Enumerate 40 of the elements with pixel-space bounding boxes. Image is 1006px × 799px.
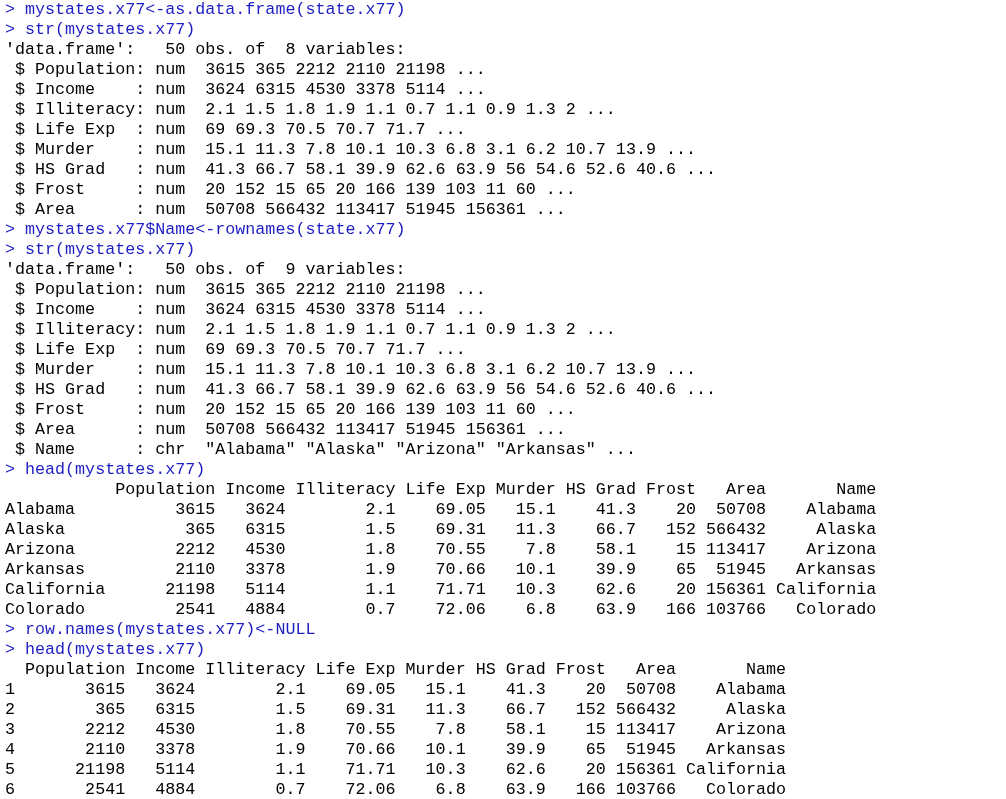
console-command: > row.names(mystates.x77)<-NULL — [5, 620, 316, 640]
console-output: $ Life Exp : num 69 69.3 70.5 70.7 71.7 ... — [14, 340, 466, 360]
console-command: > head(mystates.x77) — [5, 460, 206, 480]
console-output: $ Life Exp : num 69 69.3 70.5 70.7 71.7 ... — [14, 120, 466, 140]
console-command: > mystates.x77<-as.data.frame(state.x77) — [5, 0, 406, 20]
console-output: 6 2541 4884 0.7 72.06 6.8 63.9 166 103766 Colorado — [5, 780, 787, 799]
console-output: $ Illiteracy: num 2.1 1.5 1.8 1.9 1.1 0.7 1.1 0.9 1.3 2 ... — [14, 100, 616, 120]
console-output: $ Illiteracy: num 2.1 1.5 1.8 1.9 1.1 0.7 1.1 0.9 1.3 2 ... — [14, 320, 616, 340]
console-output: $ Population: num 3615 365 2212 2110 21198 ... — [14, 280, 486, 300]
console-output: $ HS Grad : num 41.3 66.7 58.1 39.9 62.6 63.9 56 54.6 52.6 40.6 ... — [14, 380, 716, 400]
console-output: 3 2212 4530 1.8 70.55 7.8 58.1 15 113417 Arizona — [5, 720, 787, 740]
console-command: > str(mystates.x77) — [5, 240, 196, 260]
console-output: $ Population: num 3615 365 2212 2110 21198 ... — [14, 60, 486, 80]
console-output: $ Frost : num 20 152 15 65 20 166 139 103 11 60 ... — [14, 180, 576, 200]
console-output: Population Income Illiteracy Life Exp Murder HS Grad Frost Area Name — [24, 660, 787, 680]
console-output: 'data.frame': 50 obs. of 8 variables: — [5, 40, 406, 60]
console-output: $ HS Grad : num 41.3 66.7 58.1 39.9 62.6 63.9 56 54.6 52.6 40.6 ... — [14, 160, 716, 180]
console-output: Arizona 2212 4530 1.8 70.55 7.8 58.1 15 113417 Arizona — [5, 540, 877, 560]
console-output: Alabama 3615 3624 2.1 69.05 15.1 41.3 20 50708 Alabama — [5, 500, 877, 520]
console-output: Arkansas 2110 3378 1.9 70.66 10.1 39.9 65 51945 Arkansas — [5, 560, 877, 580]
console-output: Population Income Illiteracy Life Exp Murder HS Grad Frost Area Name — [114, 480, 877, 500]
console-output: 2 365 6315 1.5 69.31 11.3 66.7 152 566432 Alaska — [5, 700, 787, 720]
console-output: 5 21198 5114 1.1 71.71 10.3 62.6 20 156361 California — [5, 760, 787, 780]
console-output: $ Frost : num 20 152 15 65 20 166 139 103 11 60 ... — [14, 400, 576, 420]
console-output: $ Area : num 50708 566432 113417 51945 156361 ... — [14, 420, 566, 440]
console-command: > str(mystates.x77) — [5, 20, 196, 40]
console-output: $ Name : chr "Alabama" "Alaska" "Arizona" "Arkansas" ... — [14, 440, 636, 460]
console-output: $ Income : num 3624 6315 4530 3378 5114 ... — [14, 300, 486, 320]
console-output: $ Income : num 3624 6315 4530 3378 5114 ... — [14, 80, 486, 100]
console-command: > head(mystates.x77) — [5, 640, 206, 660]
console-output: 4 2110 3378 1.9 70.66 10.1 39.9 65 51945 Arkansas — [5, 740, 787, 760]
console-output: Colorado 2541 4884 0.7 72.06 6.8 63.9 166 103766 Colorado — [5, 600, 877, 620]
console-command: > mystates.x77$Name<-rownames(state.x77) — [5, 220, 406, 240]
console-output: Alaska 365 6315 1.5 69.31 11.3 66.7 152 566432 Alaska — [5, 520, 877, 540]
console-output: $ Murder : num 15.1 11.3 7.8 10.1 10.3 6.8 3.1 6.2 10.7 13.9 ... — [14, 140, 696, 160]
console-output: $ Murder : num 15.1 11.3 7.8 10.1 10.3 6.8 3.1 6.2 10.7 13.9 ... — [14, 360, 696, 380]
console-output: 'data.frame': 50 obs. of 9 variables: — [5, 260, 406, 280]
console-output: $ Area : num 50708 566432 113417 51945 156361 ... — [14, 200, 566, 220]
console-output: California 21198 5114 1.1 71.71 10.3 62.6 20 156361 California — [5, 580, 877, 600]
console-output: 1 3615 3624 2.1 69.05 15.1 41.3 20 50708 Alabama — [5, 680, 787, 700]
